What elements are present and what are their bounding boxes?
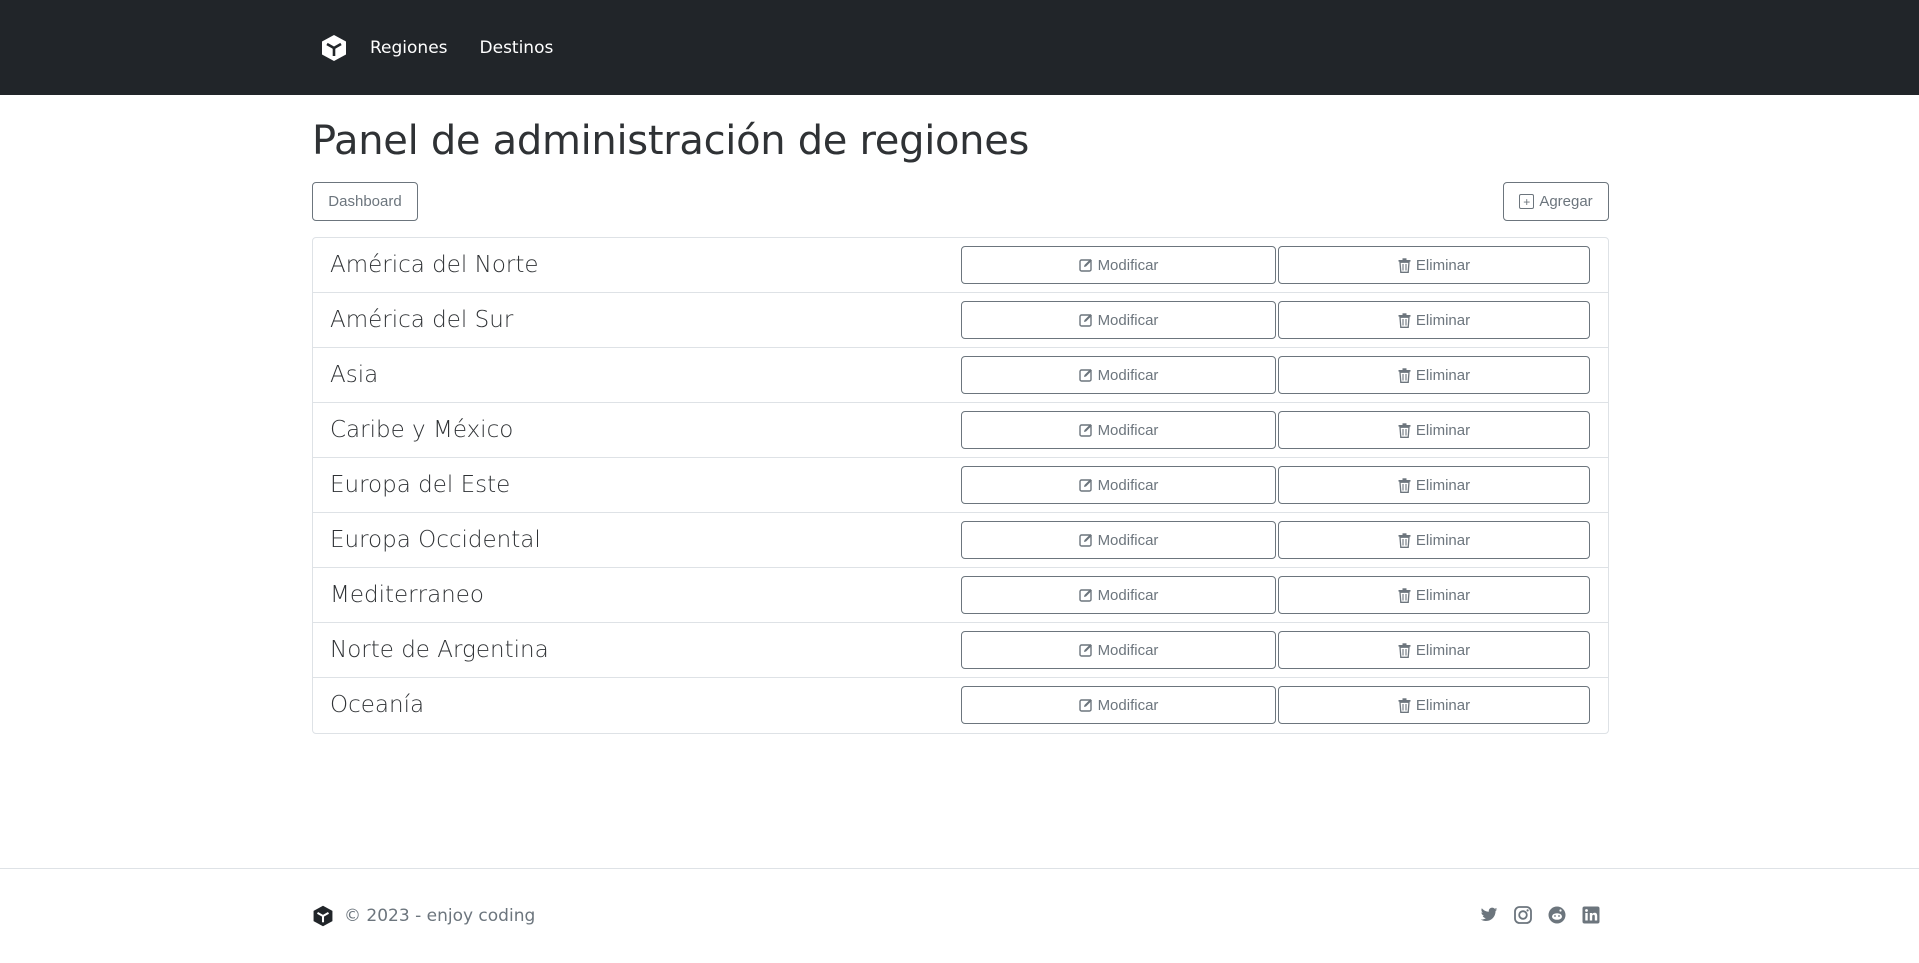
plus-square-icon: + [1519,194,1535,209]
modify-button[interactable]: Modificar [961,686,1276,724]
delete-button[interactable]: Eliminar [1278,356,1590,394]
modify-label: Modificar [1097,531,1159,549]
delete-label: Eliminar [1415,366,1471,384]
trash-icon [1398,477,1411,493]
delete-button[interactable]: Eliminar [1278,466,1590,504]
navbar-content: Regiones Destinos [312,0,585,95]
delete-button[interactable]: Eliminar [1278,521,1590,559]
add-region-label: Agregar [1539,193,1593,210]
copyright-text: © 2023 - enjoy coding [344,906,536,926]
modify-label: Modificar [1097,586,1159,604]
modify-button[interactable]: Modificar [961,246,1276,284]
cube-logo-icon [313,905,333,927]
delete-label: Eliminar [1415,696,1471,714]
modify-button[interactable]: Modificar [961,356,1276,394]
nav-link-regiones[interactable]: Regiones [370,38,448,58]
region-row: América del Sur Modificar Eliminar [313,293,1608,348]
delete-button[interactable]: Eliminar [1278,686,1590,724]
modify-label: Modificar [1097,476,1159,494]
twitter-icon[interactable] [1478,904,1500,926]
region-row: América del Norte Modificar Eliminar [313,238,1608,293]
linkedin-icon[interactable] [1580,904,1602,926]
delete-label: Eliminar [1415,311,1471,329]
trash-icon [1398,257,1411,273]
trash-icon [1398,532,1411,548]
region-row: Asia Modificar Eliminar [313,348,1608,403]
region-name: Norte de Argentina [330,637,549,663]
instagram-icon[interactable] [1512,904,1534,926]
brand-logo-link[interactable] [312,26,356,70]
modify-button[interactable]: Modificar [961,301,1276,339]
page-footer: © 2023 - enjoy coding [0,868,1919,963]
edit-icon [1078,314,1092,327]
page-title: Panel de administración de regiones [312,118,1030,164]
region-name: Asia [330,362,379,388]
add-region-button[interactable]: + Agregar [1503,182,1609,221]
modify-label: Modificar [1097,311,1159,329]
region-row: Mediterraneo Modificar Eliminar [313,568,1608,623]
delete-label: Eliminar [1415,421,1471,439]
top-navbar: Regiones Destinos [0,0,1919,95]
modify-button[interactable]: Modificar [961,521,1276,559]
trash-icon [1398,422,1411,438]
cube-logo-icon [322,34,346,61]
reddit-icon[interactable] [1546,904,1568,926]
delete-label: Eliminar [1415,641,1471,659]
dashboard-button[interactable]: Dashboard [312,182,418,221]
delete-button[interactable]: Eliminar [1278,246,1590,284]
modify-label: Modificar [1097,256,1159,274]
delete-label: Eliminar [1415,256,1471,274]
region-name: Caribe y México [330,417,514,443]
trash-icon [1398,367,1411,383]
region-name: Mediterraneo [330,582,484,608]
region-name: Europa Occidental [330,527,541,553]
delete-button[interactable]: Eliminar [1278,411,1590,449]
modify-label: Modificar [1097,366,1159,384]
trash-icon [1398,642,1411,658]
edit-icon [1078,259,1092,272]
modify-button[interactable]: Modificar [961,411,1276,449]
region-row: Europa del Este Modificar Eliminar [313,458,1608,513]
edit-icon [1078,369,1092,382]
trash-icon [1398,312,1411,328]
region-row: Caribe y México Modificar Eliminar [313,403,1608,458]
nav-link-destinos[interactable]: Destinos [480,38,554,58]
delete-label: Eliminar [1415,531,1471,549]
modify-label: Modificar [1097,641,1159,659]
delete-button[interactable]: Eliminar [1278,576,1590,614]
region-name: América del Norte [330,252,539,278]
edit-icon [1078,534,1092,547]
footer-brand: © 2023 - enjoy coding [312,905,535,927]
regions-list: América del Norte Modificar Eliminar Amé… [312,237,1609,734]
edit-icon [1078,479,1092,492]
trash-icon [1398,587,1411,603]
region-name: Oceanía [330,692,425,718]
delete-label: Eliminar [1415,476,1471,494]
region-row: Europa Occidental Modificar Eliminar [313,513,1608,568]
modify-button[interactable]: Modificar [961,631,1276,669]
modify-button[interactable]: Modificar [961,576,1276,614]
region-row: Norte de Argentina Modificar Eliminar [313,623,1608,678]
modify-label: Modificar [1097,696,1159,714]
modify-button[interactable]: Modificar [961,466,1276,504]
delete-button[interactable]: Eliminar [1278,631,1590,669]
region-row: Oceanía Modificar Eliminar [313,678,1608,733]
delete-button[interactable]: Eliminar [1278,301,1590,339]
region-name: América del Sur [330,307,514,333]
region-name: Europa del Este [330,472,511,498]
delete-label: Eliminar [1415,586,1471,604]
edit-icon [1078,644,1092,657]
modify-label: Modificar [1097,421,1159,439]
social-links [1478,904,1614,926]
trash-icon [1398,697,1411,713]
edit-icon [1078,589,1092,602]
edit-icon [1078,699,1092,712]
edit-icon [1078,424,1092,437]
